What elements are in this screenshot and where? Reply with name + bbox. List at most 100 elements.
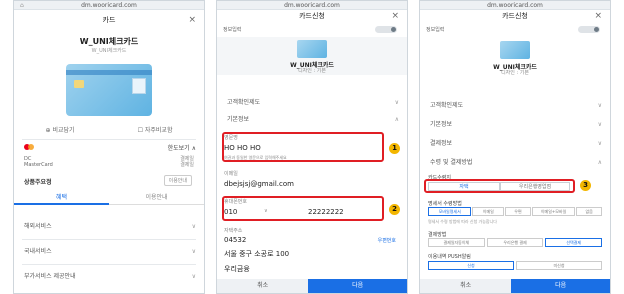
mastercard-logo	[24, 144, 36, 150]
info-label-2: 결제일	[180, 162, 194, 168]
statement-option-none[interactable]: 없음	[576, 207, 602, 216]
page-header: 카드 ×	[14, 10, 204, 30]
card-thumbnail	[500, 41, 530, 59]
chevron-up-icon: ∧	[597, 159, 602, 166]
usage-guide-button[interactable]: 이용안내	[163, 175, 192, 186]
push-alert-label: 이용내역 PUSH알림	[428, 254, 471, 260]
card-brand-label: MasterCard	[24, 162, 53, 168]
push-option-apply[interactable]: 신청	[428, 261, 514, 270]
page-title: 카드신청	[502, 12, 528, 20]
browser-url-bar[interactable]: ⌂ dm.wooricard.com	[14, 1, 204, 10]
chevron-down-icon: ∨	[191, 223, 196, 230]
section-kyc[interactable]: 고객확인제도 ∨	[420, 96, 610, 115]
phone-screen-receive-method: dm.wooricard.com 카드신청 × 정보입력 W_UNI체크카드 디…	[419, 0, 611, 294]
section-basic-info[interactable]: 기본정보 ∨	[420, 115, 610, 134]
address-line1[interactable]: 서울 중구 소공로 100	[224, 249, 402, 259]
card-subtitle: W_UNI체크카드	[91, 48, 127, 54]
bottom-action-bar: 취소 다음	[420, 279, 610, 293]
card-thumbnail	[297, 40, 327, 58]
payment-option-select[interactable]: 선택결제	[545, 238, 603, 247]
phone-screen-application-form: dm.wooricard.com 카드신청 × 정보입력 W_UNI체크카드 디…	[216, 0, 408, 294]
page-title: 카드	[102, 16, 116, 24]
bottom-action-bar: 취소 다음	[217, 279, 407, 293]
card-design: 디자인 : 기본	[501, 70, 529, 76]
step-label: 정보입력	[223, 27, 242, 33]
step-label: 정보입력	[426, 27, 445, 33]
statement-option-mail[interactable]: 우편	[505, 207, 531, 216]
url-text: dm.wooricard.com	[81, 2, 137, 9]
list-item-extra[interactable]: 부가서비스 제공안내 ∨	[14, 265, 204, 289]
section-payment-info[interactable]: 결제정보 ∨	[420, 134, 610, 153]
page-header: 카드신청 ×	[217, 10, 407, 22]
payment-option-auto[interactable]: 결제일자동이체	[428, 238, 485, 247]
chevron-down-icon: ∨	[597, 121, 602, 128]
page-title: 카드신청	[299, 12, 325, 20]
browser-url-bar[interactable]: dm.wooricard.com	[217, 1, 407, 10]
highlight-box-2	[222, 196, 384, 221]
chevron-down-icon: ∨	[394, 99, 399, 106]
close-icon[interactable]: ×	[594, 10, 602, 22]
step-badge-2: 2	[389, 204, 400, 215]
chevron-down-icon: ∨	[597, 102, 602, 109]
list-item-label: 국내서비스	[24, 248, 52, 255]
chevron-down-icon: ∨	[191, 248, 196, 255]
browser-url-bar[interactable]: dm.wooricard.com	[420, 1, 610, 10]
next-button[interactable]: 다음	[511, 279, 610, 293]
step-indicator	[578, 26, 600, 33]
payment-option-bank[interactable]: 우리은행 결제	[486, 238, 544, 247]
section-receive-method[interactable]: 수령 및 결제방법 ∧	[420, 153, 610, 172]
statement-option-mobile[interactable]: 모바일명세서	[428, 207, 472, 216]
page-header: 카드신청 ×	[420, 10, 610, 22]
section-label: 수령 및 결제방법	[430, 159, 473, 166]
step-badge-1: 1	[389, 143, 400, 154]
home-icon[interactable]: ⌂	[20, 1, 24, 10]
close-icon[interactable]: ×	[391, 10, 399, 22]
card-summary: W_UNI체크카드 디자인 : 기본	[420, 39, 610, 79]
compare-add-link[interactable]: ⊕ 비교담기	[46, 125, 75, 134]
section-basic-info[interactable]: 기본정보 ∧	[217, 114, 407, 126]
zip-search-button[interactable]: 우편번호	[378, 237, 396, 244]
url-text: dm.wooricard.com	[487, 2, 543, 9]
address-line2[interactable]: 우리금융	[224, 264, 402, 274]
cancel-button[interactable]: 취소	[420, 279, 512, 293]
card-summary: W_UNI체크카드 디자인 : 기본	[217, 37, 407, 75]
section-label: 결제정보	[430, 140, 453, 147]
statement-label: 명세서 수령방법	[428, 201, 462, 207]
cancel-button[interactable]: 취소	[217, 279, 309, 293]
list-item-label: 부가서비스 제공안내	[24, 273, 76, 280]
email-label: 이메일	[224, 171, 238, 177]
chevron-down-icon: ∨	[597, 140, 602, 147]
step-badge-3: 3	[580, 180, 591, 191]
compare-box-link[interactable]: ☐ 자주비교함	[138, 125, 173, 134]
statement-option-email[interactable]: 이메일	[472, 207, 505, 216]
card-name: W_UNI체크카드	[79, 37, 139, 46]
highlight-box-1	[222, 132, 384, 162]
statement-option-email-mobile[interactable]: 이메일+모바일	[531, 207, 576, 216]
chevron-down-icon: ∨	[191, 273, 196, 280]
chevron-up-icon: ∧	[394, 116, 399, 123]
next-button[interactable]: 다음	[308, 279, 407, 293]
phone-screen-card-detail: ⌂ dm.wooricard.com 카드 × W_UNI체크카드 W_UNI체…	[13, 0, 205, 294]
section-kyc[interactable]: 고객확인제도 ∨	[217, 97, 407, 109]
highlight-box-3	[424, 179, 575, 193]
push-option-decline[interactable]: 미신청	[516, 261, 602, 270]
email-field[interactable]: dbejsjsj@gmail.com	[224, 180, 294, 188]
zip-field[interactable]: 04532	[224, 236, 246, 244]
section-label: 기본정보	[227, 116, 250, 123]
product-info-label: 상품주요정	[24, 179, 52, 186]
list-item-overseas[interactable]: 해외서비스 ∨	[14, 215, 204, 239]
statement-note: 명세서 수령 방법에 따라 신청 가능합니다	[428, 219, 497, 224]
tab-benefits[interactable]: 혜택	[14, 191, 109, 205]
list-item-label: 해외서비스	[24, 223, 52, 230]
card-design: 디자인 : 기본	[298, 68, 326, 74]
list-item-domestic[interactable]: 국내서비스 ∨	[14, 240, 204, 264]
payment-method-label: 결제방법	[428, 232, 447, 238]
close-icon[interactable]: ×	[188, 10, 196, 30]
limit-toggle[interactable]: 한도보기 ∧	[168, 143, 196, 152]
url-text: dm.wooricard.com	[284, 2, 340, 9]
section-label: 기본정보	[430, 121, 453, 128]
section-label: 고객확인제도	[227, 99, 261, 106]
tab-usage[interactable]: 이용안내	[109, 191, 204, 205]
card-image	[66, 64, 152, 116]
address-label: 자택주소	[224, 228, 243, 234]
